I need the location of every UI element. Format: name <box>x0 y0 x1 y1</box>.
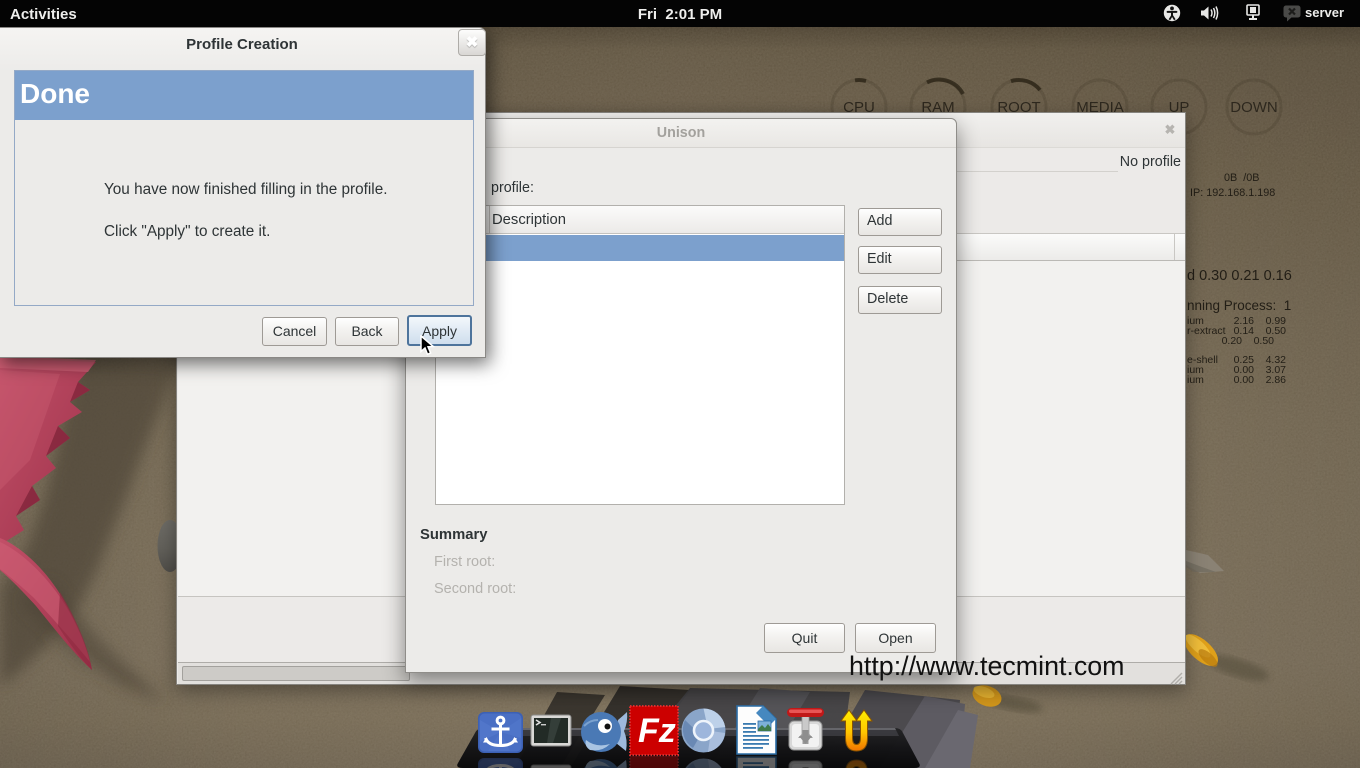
svg-text:Fz: Fz <box>638 712 676 750</box>
